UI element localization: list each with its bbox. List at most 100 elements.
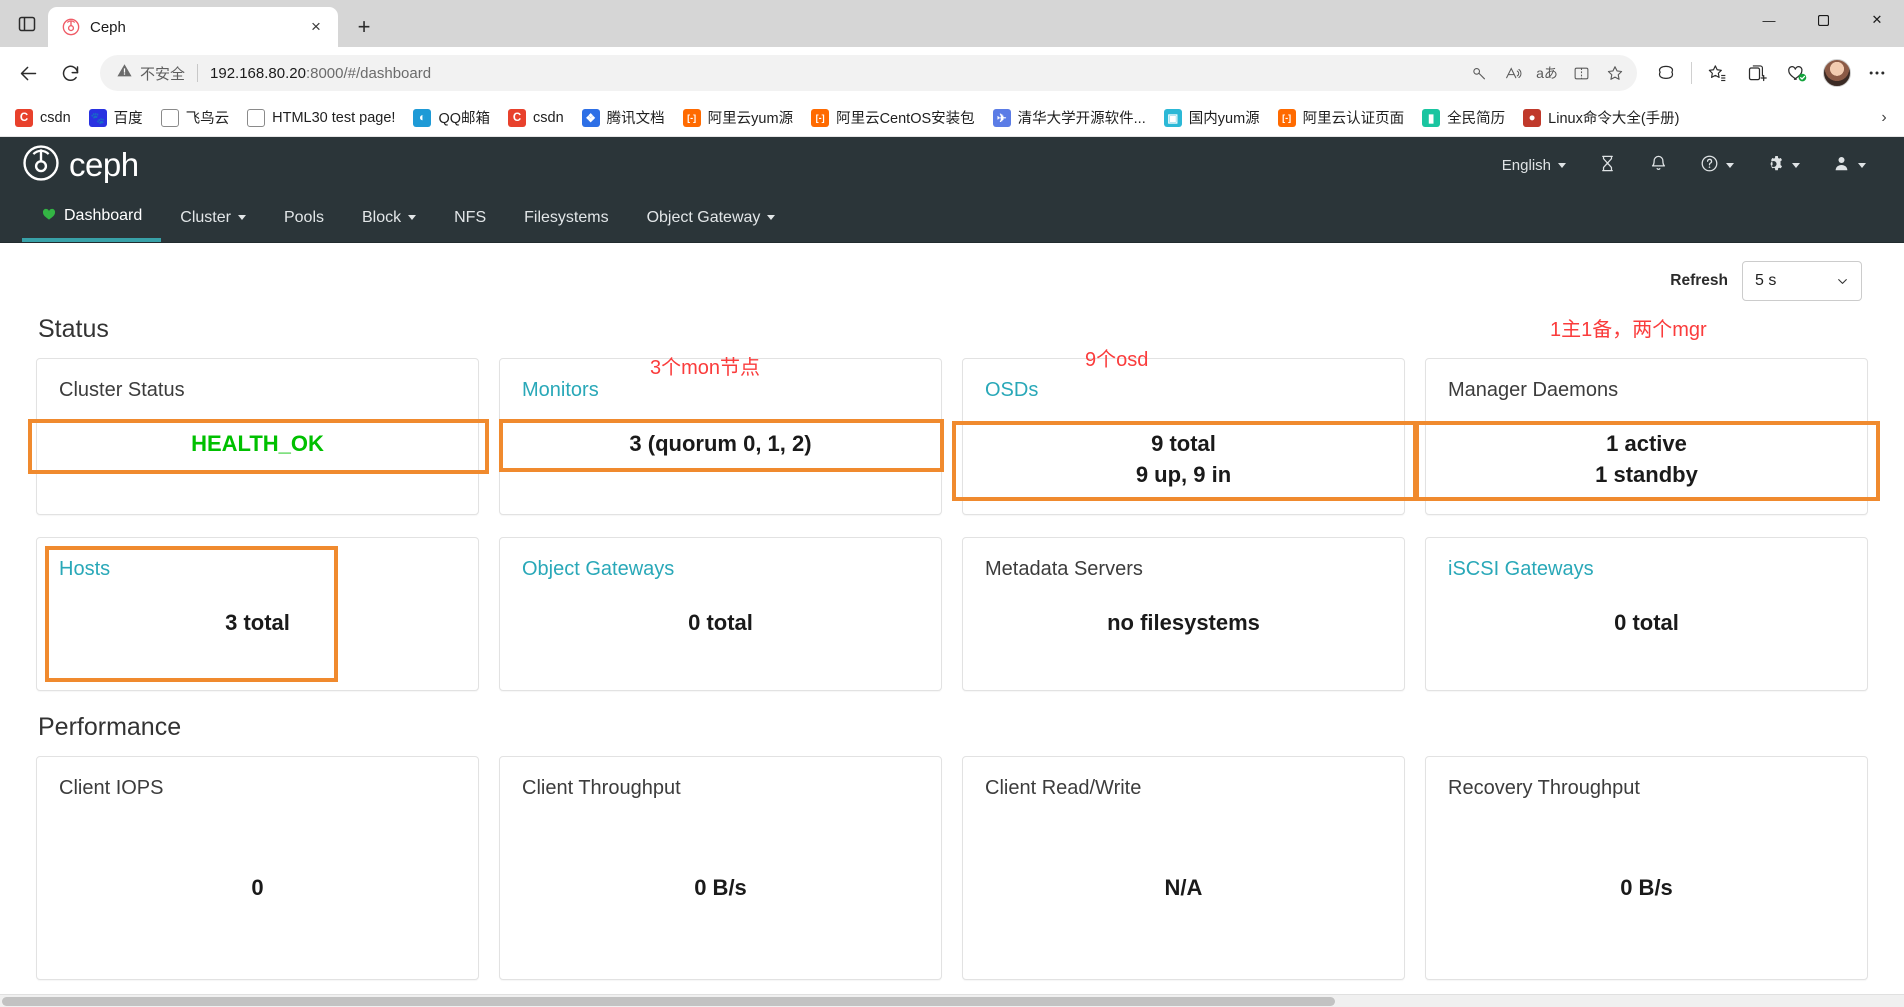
card-title[interactable]: iSCSI Gateways — [1448, 558, 1845, 581]
card-title[interactable]: OSDs — [985, 379, 1382, 402]
copilot-icon[interactable] — [1647, 54, 1685, 92]
ceph-logo-icon — [22, 144, 60, 187]
nav-item-pools[interactable]: Pools — [265, 193, 343, 242]
warning-triangle-icon — [116, 62, 133, 84]
minimize-button[interactable]: — — [1742, 0, 1796, 40]
close-window-button[interactable]: ✕ — [1850, 0, 1904, 40]
profile-avatar[interactable] — [1818, 54, 1856, 92]
aliyun-icon: [-] — [682, 108, 701, 127]
browser-window: Ceph × + — ✕ 不安全 192.168.80.20:8000/#/da… — [0, 0, 1904, 1007]
nav-item-nfs[interactable]: NFS — [435, 193, 505, 242]
settings-more-icon[interactable] — [1858, 54, 1896, 92]
nav-item-filesystems[interactable]: Filesystems — [505, 193, 627, 242]
bookmarks-overflow-icon[interactable]: › — [1870, 109, 1898, 127]
card-iscsi-gateways: iSCSI Gateways 0 total — [1425, 537, 1868, 692]
help-menu[interactable] — [1684, 146, 1750, 185]
nav-item-label: Filesystems — [524, 208, 609, 226]
chevron-down-icon — [1792, 162, 1800, 168]
new-tab-button[interactable]: + — [346, 9, 382, 45]
security-warning[interactable]: 不安全 — [116, 62, 185, 84]
bookmark-item[interactable]: ▣ 国内yum源 — [1155, 102, 1269, 133]
bookmark-item[interactable]: Ccsdn — [499, 104, 573, 132]
tencent-docs-icon: ❖ — [581, 108, 600, 127]
card-value: 0 — [251, 875, 264, 901]
user-menu[interactable] — [1816, 146, 1882, 185]
help-icon — [1700, 154, 1719, 177]
favorite-star-icon[interactable] — [1599, 58, 1631, 88]
bookmark-item[interactable]: ◐ QQ邮箱 — [404, 102, 499, 133]
bookmark-label: csdn — [40, 109, 71, 126]
language-selector[interactable]: English — [1486, 149, 1582, 182]
bookmark-item[interactable]: ❖ 腾讯文档 — [573, 102, 674, 133]
chevron-down-icon — [1726, 162, 1734, 168]
address-bar[interactable]: 不安全 192.168.80.20:8000/#/dashboard aあ — [100, 55, 1637, 91]
card-title: Metadata Servers — [985, 558, 1143, 581]
nav-item-dashboard[interactable]: Dashboard — [22, 193, 162, 242]
csdn-icon: C — [508, 108, 527, 127]
page-icon — [160, 108, 179, 127]
bookmark-item[interactable]: 🐾 百度 — [80, 102, 152, 133]
card-hosts: Hosts 3 total — [36, 537, 479, 692]
dashboard-content: Refresh 5 s Status Cluster Status HEALTH_… — [0, 243, 1904, 994]
card-manager-daemons: Manager Daemons 1 active 1 standby 1主1备，两个m… — [1415, 319, 1880, 516]
avatar — [1823, 59, 1851, 87]
bookmark-label: 清华大学开源软件... — [1017, 111, 1146, 127]
scrollbar-thumb[interactable] — [2, 996, 1335, 1006]
bookmark-item[interactable]: ● Linux命令大全(手册) — [1514, 102, 1688, 133]
bookmark-item[interactable]: [-] 阿里云认证页面 — [1269, 102, 1414, 133]
bookmark-item[interactable]: [-] 阿里云CentOS安装包 — [802, 102, 984, 133]
settings-menu[interactable] — [1750, 146, 1816, 185]
bookmark-item[interactable]: 飞鸟云 — [152, 102, 239, 133]
notifications-button[interactable] — [1633, 146, 1684, 185]
nav-item-label: Object Gateway — [646, 208, 761, 226]
close-tab-icon[interactable]: × — [304, 15, 328, 39]
key-icon[interactable] — [1463, 58, 1495, 88]
split-screen-icon[interactable] — [1565, 58, 1597, 88]
card-title[interactable]: Hosts — [59, 558, 456, 581]
nav-item-object-gateway[interactable]: Object Gateway — [628, 193, 795, 242]
maximize-button[interactable] — [1796, 0, 1850, 40]
tuna-icon: ✈ — [992, 108, 1011, 127]
browser-toolbar: 不安全 192.168.80.20:8000/#/dashboard aあ — [0, 47, 1904, 99]
bookmark-item[interactable]: [-] 阿里云yum源 — [674, 102, 802, 133]
read-aloud-icon[interactable] — [1497, 58, 1529, 88]
favorites-icon[interactable] — [1698, 54, 1736, 92]
bookmark-item[interactable]: ▮ 全民简历 — [1413, 102, 1514, 133]
tab-search-icon[interactable] — [6, 4, 48, 44]
nav-item-label: Block — [362, 208, 402, 226]
card-title[interactable]: Object Gateways — [522, 558, 919, 581]
ceph-logo[interactable]: ceph — [22, 144, 139, 187]
bookmark-label: 国内yum源 — [1188, 111, 1260, 127]
browser-tab[interactable]: Ceph × — [48, 7, 338, 47]
ceph-favicon — [62, 18, 80, 36]
card-title: Client Read/Write — [985, 777, 1142, 800]
omnibox-actions: aあ — [1463, 58, 1631, 88]
back-icon[interactable] — [8, 53, 48, 93]
translate-icon[interactable]: aあ — [1531, 58, 1563, 88]
card-title[interactable]: Monitors — [522, 379, 919, 402]
nav-item-label: Cluster — [180, 208, 231, 226]
bilibili-icon: ▣ — [1163, 108, 1182, 127]
card-value: HEALTH_OK — [191, 431, 324, 456]
browser-titlebar: Ceph × + — ✕ — [0, 0, 1904, 47]
refresh-interval-select[interactable]: 5 s — [1742, 261, 1862, 301]
reload-icon[interactable] — [50, 53, 90, 93]
refresh-control: Refresh 5 s — [36, 243, 1868, 311]
ceph-main-nav: Dashboard Cluster Pools Block NFS Filesystems… — [0, 193, 1904, 243]
annotation-text: 1主1备，两个mgr — [1550, 319, 1707, 341]
collections-icon[interactable] — [1738, 54, 1776, 92]
nav-item-block[interactable]: Block — [343, 193, 435, 242]
card-cluster-status: Cluster Status HEALTH_OK — [28, 358, 489, 516]
chevron-down-icon — [237, 215, 246, 220]
browser-essentials-icon[interactable] — [1778, 54, 1816, 92]
bookmark-item[interactable]: HTML30 test page! — [238, 104, 404, 132]
horizontal-scrollbar[interactable] — [0, 994, 1904, 1007]
bookmark-item[interactable]: ✈ 清华大学开源软件... — [984, 102, 1155, 133]
nav-item-cluster[interactable]: Cluster — [161, 193, 265, 242]
card-value: 0 B/s — [1620, 875, 1673, 901]
url-text: 192.168.80.20:8000/#/dashboard — [210, 65, 1463, 82]
heart-icon — [41, 206, 57, 226]
bookmark-item[interactable]: Ccsdn — [6, 104, 80, 132]
card-title: Client IOPS — [59, 777, 164, 800]
task-manager-button[interactable] — [1582, 146, 1633, 185]
